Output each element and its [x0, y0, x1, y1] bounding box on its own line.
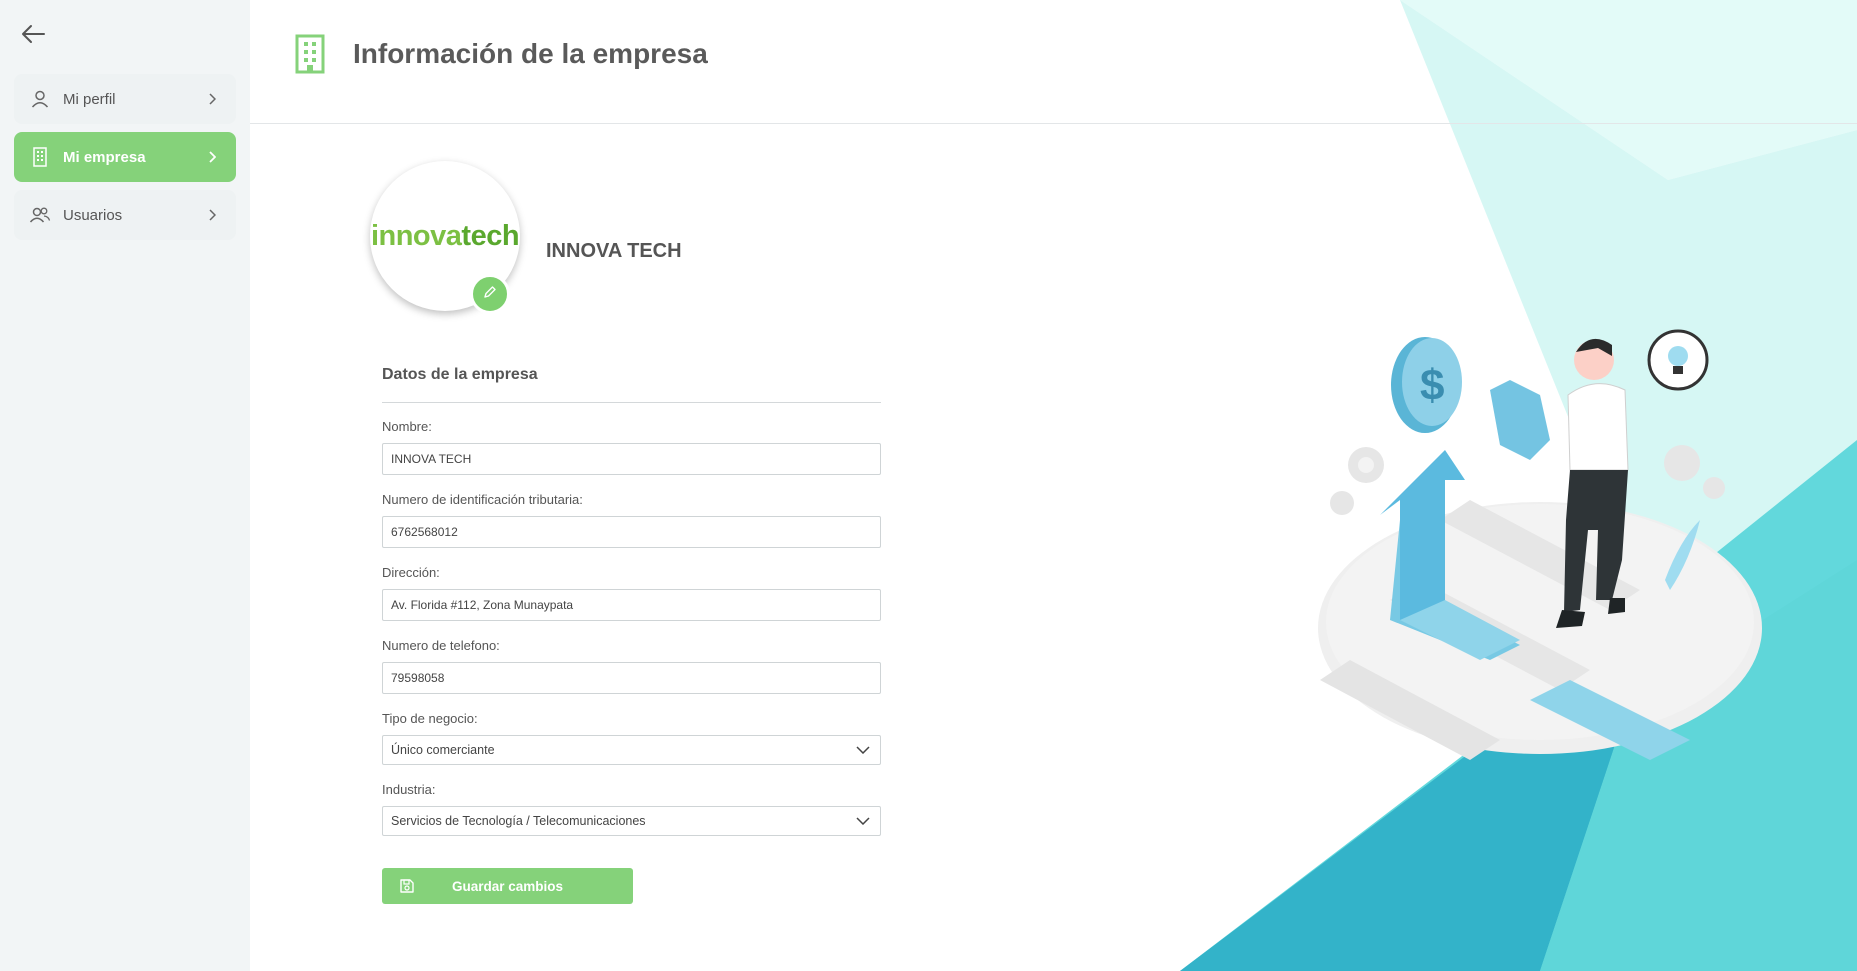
nombre-label: Nombre: — [382, 419, 432, 434]
page-title: Información de la empresa — [353, 38, 708, 69]
users-icon — [29, 204, 51, 226]
telefono-label: Numero de telefono: — [382, 638, 500, 653]
sidebar: Mi perfil Mi empresa Usuarios — [0, 0, 250, 971]
company-name: INNOVA TECH — [546, 240, 682, 262]
nombre-field[interactable] — [382, 443, 881, 475]
chevron-right-icon — [202, 93, 222, 105]
chevron-down-icon — [854, 817, 872, 825]
telefono-field[interactable] — [382, 662, 881, 694]
section-title: Datos de la empresa — [382, 366, 538, 383]
nit-field[interactable] — [382, 516, 881, 548]
company-logo-text: innovatech — [370, 219, 520, 252]
save-button[interactable]: Guardar cambios — [382, 868, 633, 904]
pencil-icon — [483, 285, 497, 304]
back-button[interactable] — [18, 22, 48, 50]
divider — [382, 402, 881, 403]
sidebar-item-label: Usuarios — [63, 206, 123, 224]
building-icon — [29, 146, 51, 168]
sidebar-item-usuarios[interactable]: Usuarios — [14, 190, 236, 240]
industria-value: Servicios de Tecnología / Telecomunicaci… — [391, 814, 646, 828]
sidebar-item-mi-perfil[interactable]: Mi perfil — [14, 74, 236, 124]
industria-select[interactable]: Servicios de Tecnología / Telecomunicaci… — [382, 806, 881, 836]
sidebar-item-label: Mi perfil — [63, 90, 116, 108]
sidebar-item-label: Mi empresa — [63, 148, 146, 166]
background-decoration: $ — [1180, 0, 1857, 971]
chevron-right-icon — [202, 209, 222, 221]
chevron-right-icon — [202, 151, 222, 163]
arrow-left-icon — [20, 24, 46, 49]
tipo-negocio-value: Único comerciante — [391, 743, 495, 757]
industria-label: Industria: — [382, 782, 436, 797]
edit-logo-button[interactable] — [470, 274, 510, 314]
direccion-label: Dirección: — [382, 565, 440, 580]
direccion-field[interactable] — [382, 589, 881, 621]
floppy-disk-icon — [399, 878, 419, 894]
nit-label: Numero de identificación tributaria: — [382, 492, 583, 507]
save-button-label: Guardar cambios — [451, 878, 564, 894]
user-icon — [29, 88, 51, 110]
chevron-down-icon — [854, 746, 872, 754]
svg-text:$: $ — [1420, 361, 1444, 410]
tipo-negocio-label: Tipo de negocio: — [382, 711, 478, 726]
building-icon — [294, 34, 326, 79]
tipo-negocio-select[interactable]: Único comerciante — [382, 735, 881, 765]
page-header: Información de la empresa — [250, 0, 1857, 124]
sidebar-item-mi-empresa[interactable]: Mi empresa — [14, 132, 236, 182]
